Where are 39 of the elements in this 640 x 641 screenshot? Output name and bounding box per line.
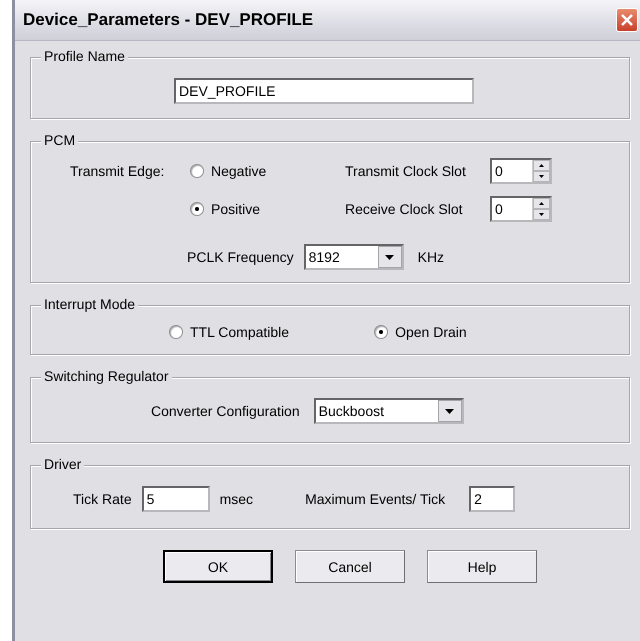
dropdown[interactable]: 8192 xyxy=(304,244,404,270)
dialog-button[interactable]: OK xyxy=(163,550,273,583)
dialog-button[interactable]: Cancel xyxy=(295,550,405,583)
group-title: PCM xyxy=(41,132,78,148)
radio-label[interactable]: Negative xyxy=(211,163,266,179)
spin-up-icon[interactable] xyxy=(533,198,550,209)
spin-box[interactable]: 0 xyxy=(490,196,552,222)
radio-button[interactable] xyxy=(169,325,183,339)
dropdown[interactable]: Buckboost xyxy=(314,398,464,424)
unit-label: KHz xyxy=(418,249,444,265)
field-label: Receive Clock Slot xyxy=(345,201,464,217)
radio-button[interactable] xyxy=(374,325,388,339)
field-label: Tick Rate xyxy=(73,491,132,507)
text-field[interactable]: DEV_PROFILE xyxy=(174,78,474,104)
radio-button[interactable] xyxy=(190,202,204,216)
group-title: Switching Regulator xyxy=(41,368,172,384)
field-label: Transmit Edge: xyxy=(70,163,166,179)
group-title: Interrupt Mode xyxy=(41,296,138,312)
field-label: Transmit Clock Slot xyxy=(345,163,467,179)
dialog-button[interactable]: Help xyxy=(427,550,537,583)
close-icon xyxy=(621,14,633,26)
radio-label[interactable]: Positive xyxy=(211,201,260,217)
field-label: Maximum Events/ Tick xyxy=(305,491,446,507)
field-label: PCLK Frequency xyxy=(187,249,294,265)
spin-box[interactable]: 0 xyxy=(490,158,552,184)
spin-up-icon[interactable] xyxy=(533,160,550,171)
window-title: Device_Parameters - DEV_PROFILE xyxy=(23,10,314,30)
group-title: Driver xyxy=(41,456,84,472)
unit-label: msec xyxy=(220,491,254,507)
radio-label[interactable]: Open Drain xyxy=(395,324,467,340)
radio-button[interactable] xyxy=(190,164,204,178)
spin-down-icon[interactable] xyxy=(533,171,550,182)
spin-down-icon[interactable] xyxy=(533,209,550,220)
close-button[interactable] xyxy=(616,8,638,32)
radio-label[interactable]: TTL Compatible xyxy=(190,324,290,340)
text-field[interactable]: 2 xyxy=(469,486,516,512)
group-title: Profile Name xyxy=(41,48,128,64)
text-field[interactable]: 5 xyxy=(142,486,210,512)
field-label: Converter Configuration xyxy=(151,403,300,419)
